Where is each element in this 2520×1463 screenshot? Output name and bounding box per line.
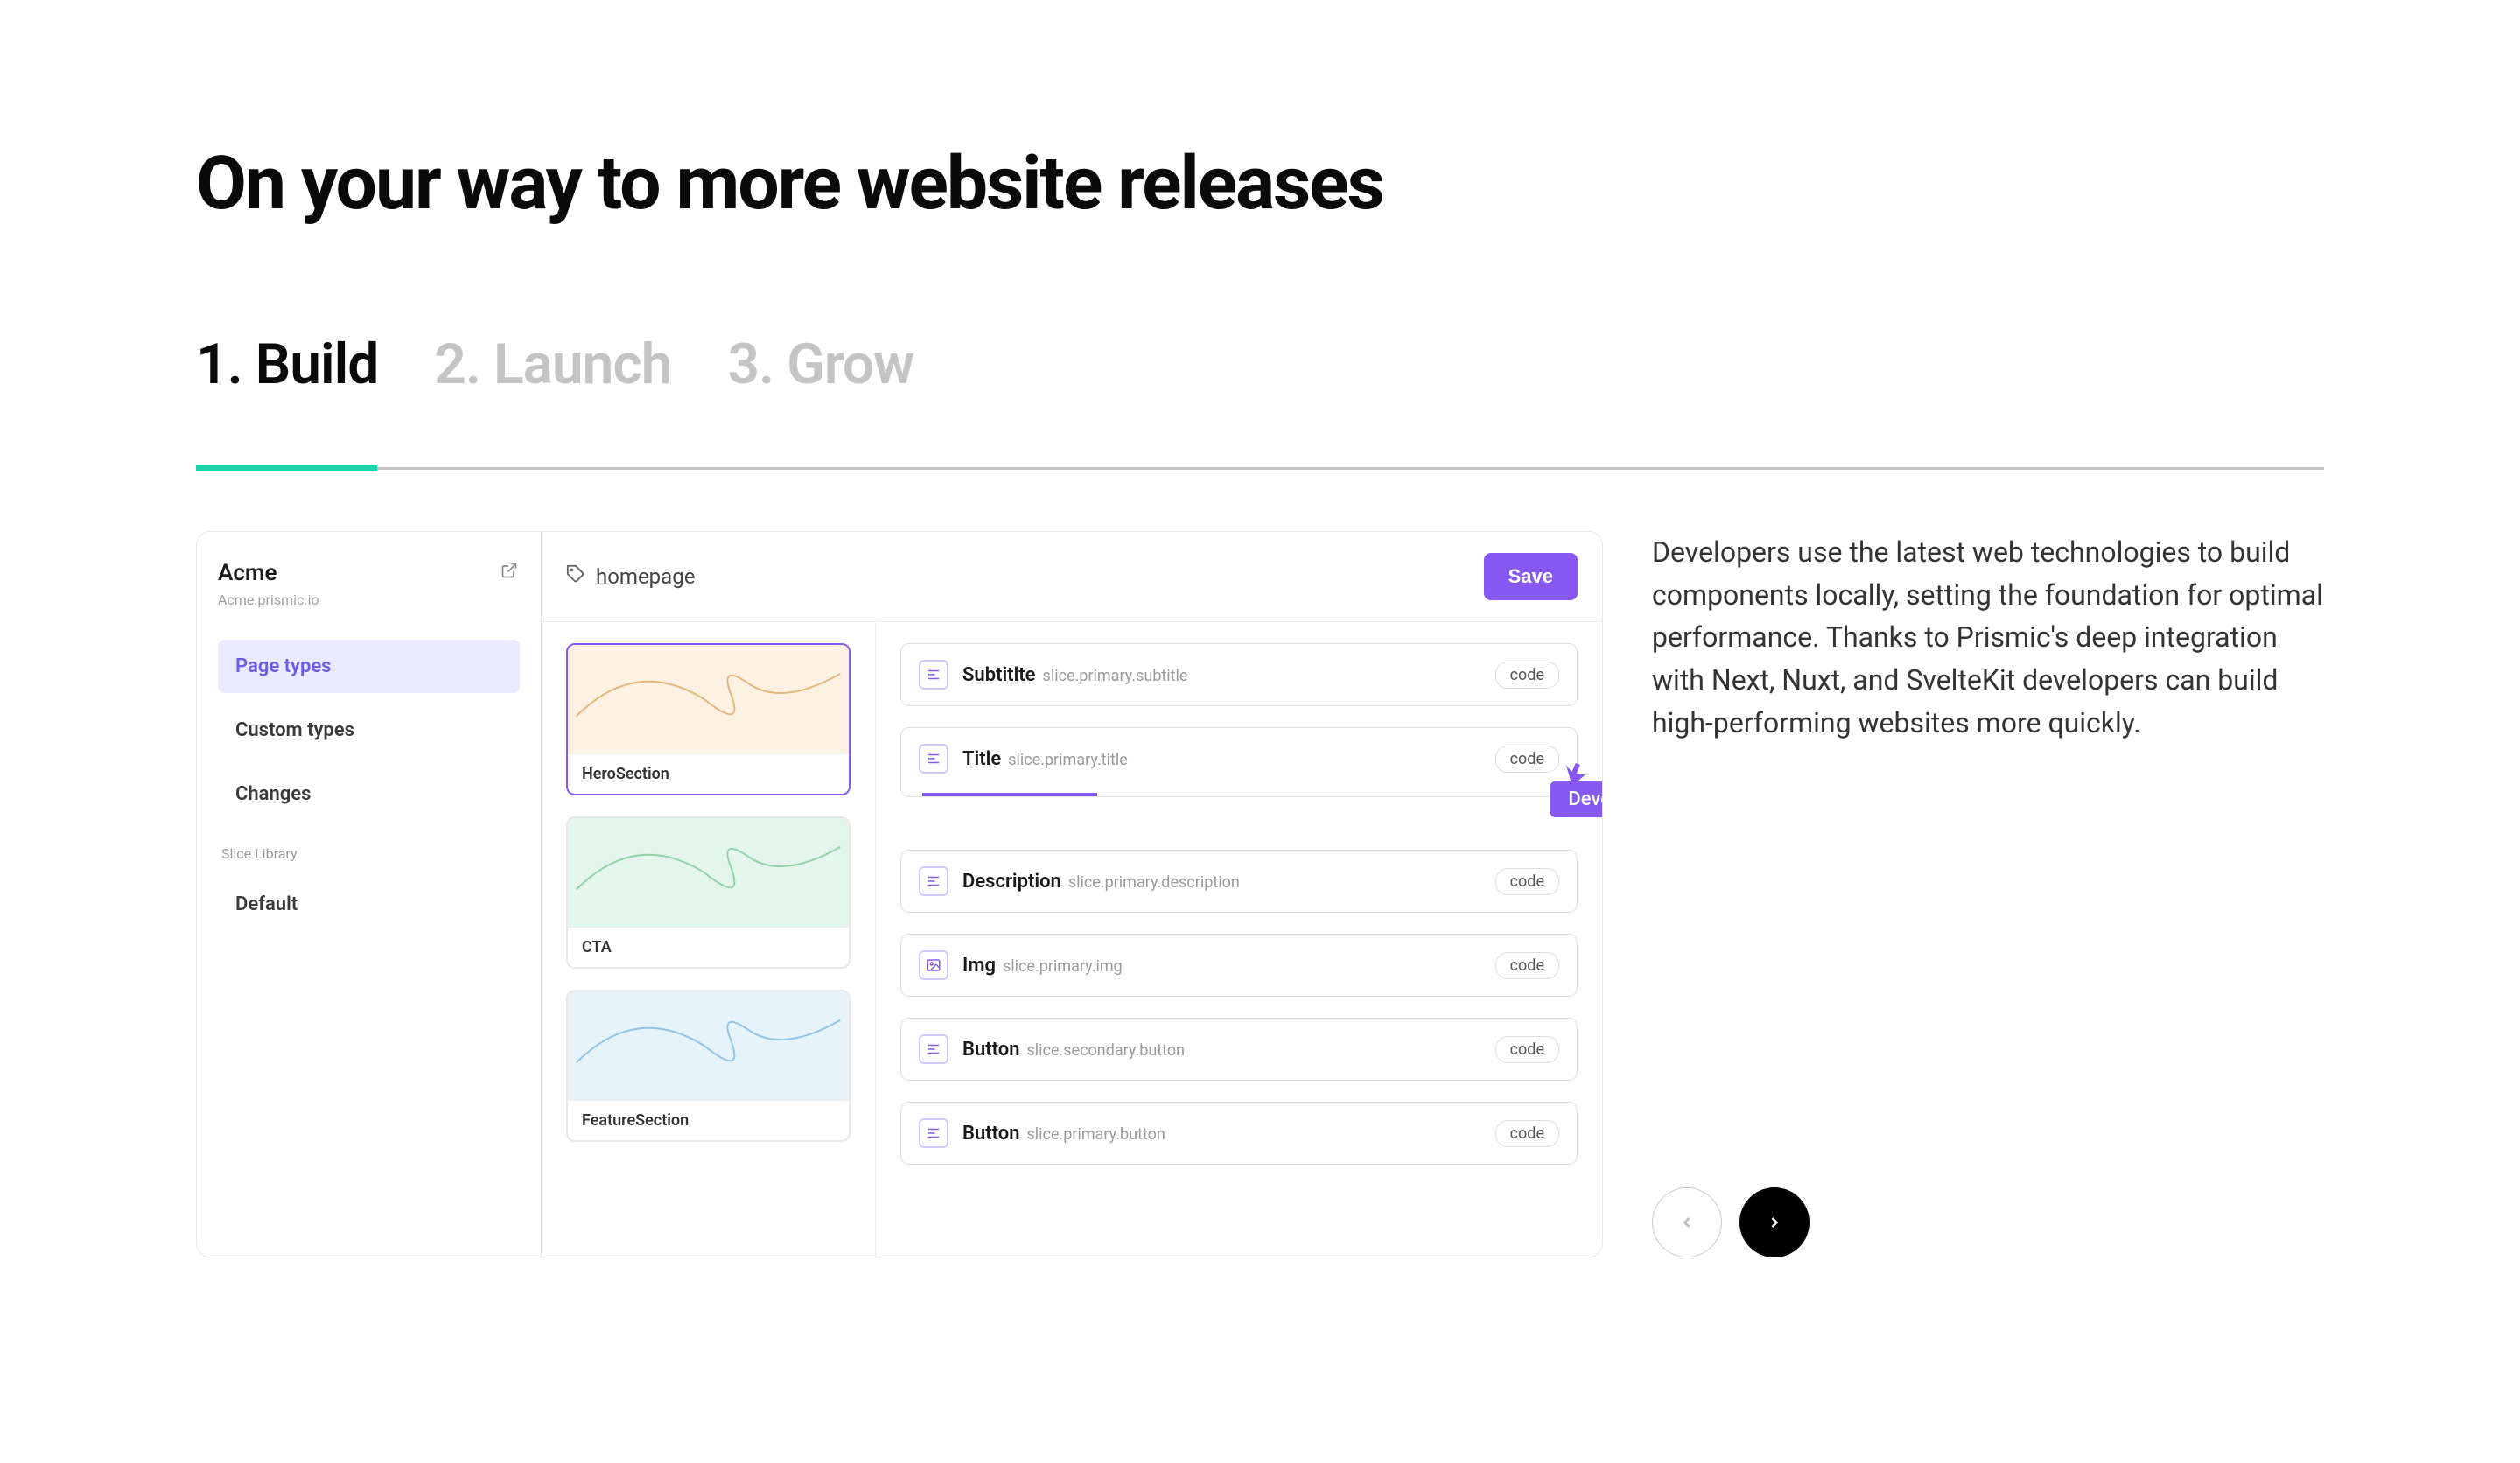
breadcrumb: homepage <box>566 564 695 589</box>
field-name: Descriptionslice.primary.description <box>962 871 1240 892</box>
workspace-name: Acme <box>218 560 319 586</box>
slice-label: HeroSection <box>568 753 849 794</box>
chevron-right-icon <box>1766 1214 1783 1231</box>
field-description[interactable]: Descriptionslice.primary.description cod… <box>900 850 1578 913</box>
app-mockup: Acme Acme.prismic.io Page types Custom t… <box>196 531 1603 1257</box>
sidebar-header: Acme Acme.prismic.io <box>218 560 520 608</box>
panel-body: HeroSection CTA FeatureSec <box>542 622 1602 1256</box>
slice-feature-section[interactable]: FeatureSection <box>566 990 850 1142</box>
tab-grow[interactable]: 3. Grow <box>727 332 914 397</box>
slice-label: FeatureSection <box>568 1100 849 1140</box>
right-column: Developers use the latest web technologi… <box>1652 531 2324 1257</box>
progress-track <box>196 467 2324 470</box>
external-link-icon[interactable] <box>499 560 520 581</box>
nav-custom-types[interactable]: Custom types <box>218 704 520 757</box>
text-icon <box>919 866 948 896</box>
code-badge[interactable]: code <box>1495 1036 1559 1063</box>
main-panel: homepage Save HeroSection <box>542 532 1602 1256</box>
field-button-primary[interactable]: Buttonslice.primary.button code <box>900 1102 1578 1165</box>
field-name: Buttonslice.secondary.button <box>962 1039 1185 1060</box>
field-name: Buttonslice.primary.button <box>962 1123 1166 1144</box>
image-icon <box>919 950 948 980</box>
text-icon <box>919 1118 948 1148</box>
library-default[interactable]: Default <box>218 878 520 931</box>
page-title: On your way to more website releases <box>196 140 2324 227</box>
tab-launch[interactable]: 2. Launch <box>434 332 671 397</box>
text-icon <box>919 660 948 690</box>
slice-preview <box>568 818 849 927</box>
carousel-arrows <box>1652 1187 2324 1257</box>
title-edit-underline <box>922 793 1097 796</box>
field-button-secondary[interactable]: Buttonslice.secondary.button code <box>900 1018 1578 1081</box>
slice-library-label: Slice Library <box>218 840 520 867</box>
code-badge[interactable]: code <box>1495 952 1559 979</box>
field-name: Titleslice.primary.title <box>962 748 1128 770</box>
text-icon <box>919 744 948 774</box>
code-badge[interactable]: code <box>1495 1120 1559 1147</box>
field-title[interactable]: Titleslice.primary.title code <box>900 727 1578 797</box>
code-badge[interactable]: code <box>1495 662 1559 689</box>
slice-label: CTA <box>568 927 849 967</box>
tabs-row: 1. Build 2. Launch 3. Grow <box>196 332 2324 397</box>
sidebar: Acme Acme.prismic.io Page types Custom t… <box>197 532 542 1256</box>
next-button[interactable] <box>1740 1187 1810 1257</box>
breadcrumb-label: homepage <box>596 564 695 589</box>
slice-hero-section[interactable]: HeroSection <box>566 643 850 795</box>
field-subtitle[interactable]: Subtitlteslice.primary.subtitle code <box>900 643 1578 706</box>
fields-column: Subtitlteslice.primary.subtitle code Tit… <box>876 622 1602 1256</box>
slice-preview <box>568 645 849 753</box>
nav-changes[interactable]: Changes <box>218 767 520 821</box>
progress-fill <box>196 466 377 471</box>
slice-preview <box>568 991 849 1100</box>
save-button[interactable]: Save <box>1484 553 1578 600</box>
prev-button[interactable] <box>1652 1187 1722 1257</box>
workspace-domain: Acme.prismic.io <box>218 592 319 608</box>
text-icon <box>919 1034 948 1064</box>
tag-icon <box>566 564 585 589</box>
panel-header: homepage Save <box>542 532 1602 622</box>
slide-description: Developers use the latest web technologi… <box>1652 531 2324 744</box>
sidebar-title-block: Acme Acme.prismic.io <box>218 560 319 608</box>
code-badge[interactable]: code <box>1495 868 1559 895</box>
nav-page-types[interactable]: Page types <box>218 640 520 693</box>
field-name: Subtitlteslice.primary.subtitle <box>962 664 1187 686</box>
tab-build[interactable]: 1. Build <box>196 332 378 397</box>
code-badge[interactable]: code <box>1495 746 1559 773</box>
chevron-left-icon <box>1678 1214 1696 1231</box>
slice-column: HeroSection CTA FeatureSec <box>542 622 876 1256</box>
slice-cta[interactable]: CTA <box>566 816 850 969</box>
field-img[interactable]: Imgslice.primary.img code <box>900 934 1578 997</box>
field-name: Imgslice.primary.img <box>962 955 1123 976</box>
